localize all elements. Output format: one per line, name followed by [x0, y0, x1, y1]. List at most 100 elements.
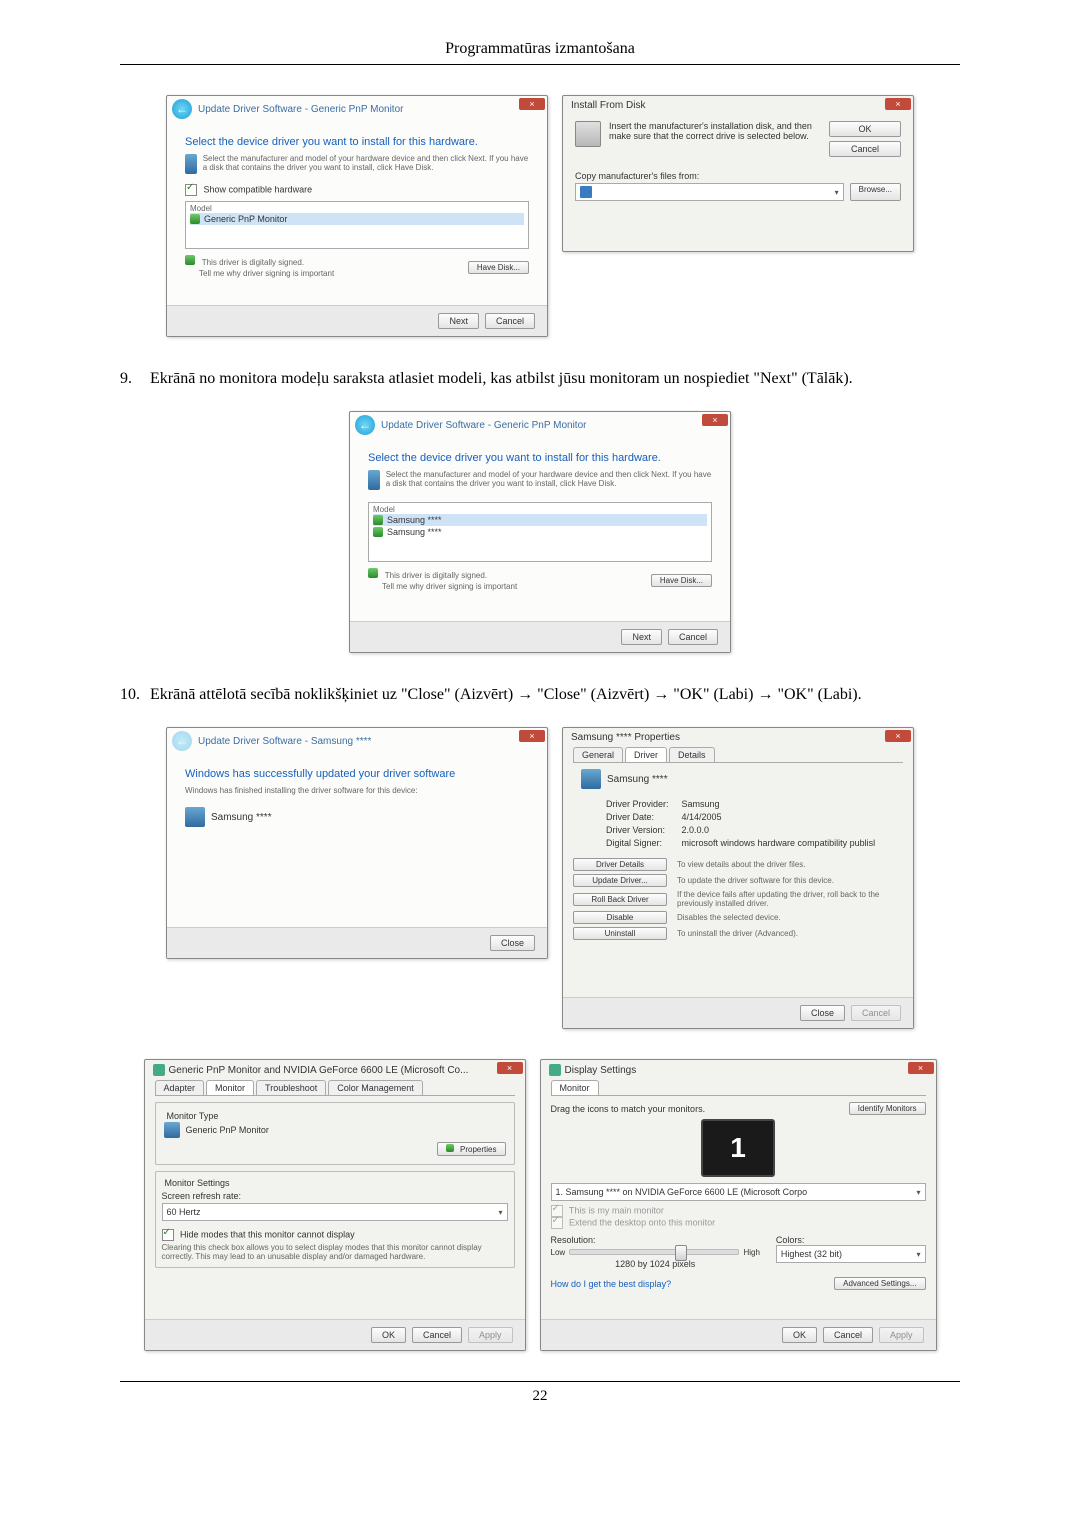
signer-label: Digital Signer: — [605, 837, 670, 849]
cancel-button[interactable]: Cancel — [823, 1327, 873, 1343]
slider-thumb[interactable] — [675, 1245, 687, 1261]
close-icon[interactable]: × — [885, 730, 911, 742]
colors-label: Colors: — [776, 1235, 926, 1245]
monitor-type-value: Generic PnP Monitor — [186, 1125, 269, 1135]
tab-monitor[interactable]: Monitor — [206, 1080, 254, 1095]
install-from-disk-dialog: × Install From Disk Insert the manufactu… — [562, 95, 914, 252]
date-label: Driver Date: — [605, 811, 670, 823]
model-row-1[interactable]: Samsung **** — [373, 514, 707, 526]
main-monitor-label: This is my main monitor — [569, 1205, 664, 1215]
extend-desktop-label: Extend the desktop onto this monitor — [569, 1217, 715, 1227]
wizard-heading: Select the device driver you want to ins… — [368, 452, 712, 464]
tab-color-management[interactable]: Color Management — [328, 1080, 423, 1095]
wizard-subtext: Select the manufacturer and model of you… — [386, 470, 712, 490]
tab-driver[interactable]: Driver — [625, 747, 667, 762]
tab-general[interactable]: General — [573, 747, 623, 762]
next-button[interactable]: Next — [621, 629, 662, 645]
driver-details-button[interactable]: Driver Details — [573, 858, 667, 871]
ok-button[interactable]: OK — [782, 1327, 817, 1343]
have-disk-button[interactable]: Have Disk... — [468, 261, 529, 274]
page-number: 22 — [120, 1381, 960, 1405]
model-listbox[interactable]: Model Samsung **** Samsung **** — [368, 502, 712, 562]
wizard-heading: Windows has successfully updated your dr… — [185, 768, 529, 780]
monitor-type-group: Monitor Type — [164, 1111, 222, 1121]
drive-icon — [580, 186, 592, 198]
provider-label: Driver Provider: — [605, 798, 670, 810]
cancel-button[interactable]: Cancel — [412, 1327, 462, 1343]
back-icon[interactable]: ← — [172, 99, 192, 119]
disable-desc: Disables the selected device. — [677, 913, 903, 922]
monitor-select-dropdown[interactable]: 1. Samsung **** on NVIDIA GeForce 6600 L… — [551, 1183, 926, 1201]
shield-icon — [446, 1144, 454, 1152]
next-button[interactable]: Next — [438, 313, 479, 329]
browse-button[interactable]: Browse... — [850, 183, 901, 201]
tab-details[interactable]: Details — [669, 747, 715, 762]
wizard-breadcrumb: Update Driver Software - Generic PnP Mon… — [381, 420, 586, 431]
disable-button[interactable]: Disable — [573, 911, 667, 924]
step-number: 9. — [120, 367, 150, 391]
monitor-preview[interactable]: 1 — [701, 1119, 775, 1177]
copy-from-dropdown[interactable]: ▾ — [575, 183, 844, 201]
wizard-breadcrumb: Update Driver Software - Samsung **** — [198, 736, 371, 747]
floppy-icon — [575, 121, 601, 147]
device-name: Samsung **** — [607, 774, 668, 785]
cancel-button[interactable]: Cancel — [829, 141, 901, 157]
show-compatible-label: Show compatible hardware — [204, 184, 313, 194]
model-column-header: Model — [373, 505, 707, 514]
cancel-button[interactable]: Cancel — [485, 313, 535, 329]
tab-adapter[interactable]: Adapter — [155, 1080, 205, 1095]
close-button[interactable]: Close — [490, 935, 535, 951]
uninstall-button[interactable]: Uninstall — [573, 927, 667, 940]
driver-signed-text: This driver is digitally signed. — [385, 571, 487, 580]
model-row[interactable]: Generic PnP Monitor — [190, 213, 524, 225]
resolution-slider[interactable] — [569, 1249, 739, 1255]
identify-monitors-button[interactable]: Identify Monitors — [849, 1102, 926, 1115]
ok-button[interactable]: OK — [371, 1327, 406, 1343]
slider-low-label: Low — [551, 1248, 566, 1257]
dropdown-arrow-icon: ▾ — [498, 1208, 502, 1217]
device-icon — [581, 769, 601, 789]
hide-modes-checkbox[interactable] — [162, 1229, 174, 1241]
tab-monitor[interactable]: Monitor — [551, 1080, 599, 1095]
dialog-title: Install From Disk — [563, 96, 913, 113]
ok-button[interactable]: OK — [829, 121, 901, 137]
model-column-header: Model — [190, 204, 524, 213]
wizard-breadcrumb: Update Driver Software - Generic PnP Mon… — [198, 104, 403, 115]
close-icon[interactable]: × — [908, 1062, 934, 1074]
dialog-title: Display Settings — [565, 1065, 637, 1076]
uninstall-desc: To uninstall the driver (Advanced). — [677, 929, 903, 938]
back-icon[interactable]: ← — [355, 415, 375, 435]
tab-row: Adapter Monitor Troubleshoot Color Manag… — [155, 1080, 515, 1096]
close-icon[interactable]: × — [885, 98, 911, 110]
driver-details-desc: To view details about the driver files. — [677, 860, 903, 869]
device-icon — [368, 470, 380, 490]
rollback-driver-button[interactable]: Roll Back Driver — [573, 893, 667, 906]
version-label: Driver Version: — [605, 824, 670, 836]
advanced-settings-button[interactable]: Advanced Settings... — [834, 1277, 925, 1290]
step-10: 10. Ekrānā attēlotā secībā noklikšķiniet… — [120, 683, 960, 707]
page-header: Programmatūras izmantošana — [120, 40, 960, 58]
close-button[interactable]: Close — [800, 1005, 845, 1021]
update-driver-button[interactable]: Update Driver... — [573, 874, 667, 887]
cancel-button[interactable]: Cancel — [668, 629, 718, 645]
step-text: Ekrānā no monitora modeļu saraksta atlas… — [150, 367, 853, 391]
tell-why-link[interactable]: Tell me why driver signing is important — [382, 582, 517, 591]
model-row-2[interactable]: Samsung **** — [373, 526, 707, 538]
show-compatible-checkbox[interactable] — [185, 184, 197, 196]
properties-button[interactable]: Properties — [437, 1142, 506, 1156]
tab-row: General Driver Details — [573, 747, 903, 763]
colors-dropdown[interactable]: Highest (32 bit) ▾ — [776, 1245, 926, 1263]
have-disk-button[interactable]: Have Disk... — [651, 574, 712, 587]
model-listbox[interactable]: Model Generic PnP Monitor — [185, 201, 529, 249]
close-icon[interactable]: × — [497, 1062, 523, 1074]
apply-button: Apply — [879, 1327, 924, 1343]
device-icon — [185, 807, 205, 827]
install-disk-text: Insert the manufacturer's installation d… — [609, 121, 829, 141]
best-display-link[interactable]: How do I get the best display? — [551, 1279, 672, 1289]
refresh-rate-dropdown[interactable]: 60 Hertz ▾ — [162, 1203, 508, 1221]
update-driver-wizard-b: × ← Update Driver Software - Generic PnP… — [349, 411, 731, 653]
resolution-value: 1280 by 1024 pixels — [551, 1259, 760, 1269]
extend-desktop-checkbox — [551, 1217, 563, 1229]
tell-why-link[interactable]: Tell me why driver signing is important — [199, 269, 334, 278]
tab-troubleshoot[interactable]: Troubleshoot — [256, 1080, 326, 1095]
